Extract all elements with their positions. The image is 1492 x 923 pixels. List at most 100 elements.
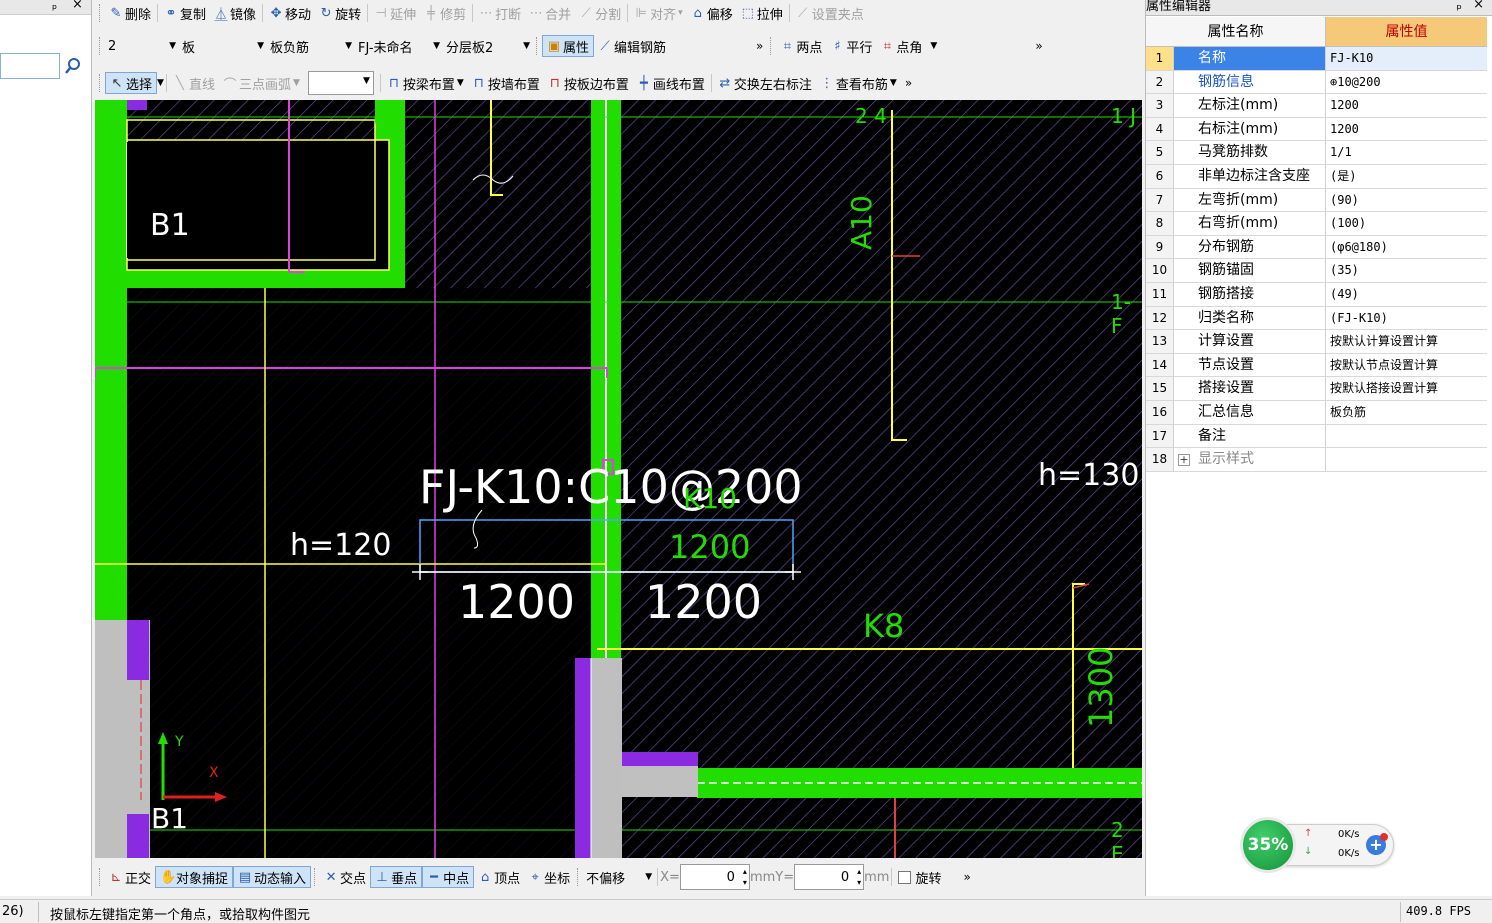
property-value[interactable]: (100) — [1326, 212, 1487, 235]
layer-select[interactable]: 分层板2 ▼ — [443, 36, 533, 56]
offset-select[interactable]: 不偏移 ▼ — [583, 867, 655, 887]
overflow-chevron-icon[interactable]: » — [959, 870, 974, 884]
property-value[interactable]: 1200 — [1326, 118, 1487, 141]
move-button[interactable]: ✥ 移动 — [265, 2, 315, 24]
close-icon[interactable]: × — [72, 0, 83, 12]
network-widget[interactable]: 35% ↑ ↓ 0K/s 0K/s + — [1238, 815, 1396, 875]
property-row[interactable]: 12 归类名称 (FJ-K10) — [1146, 306, 1487, 331]
midpoint-snap[interactable]: ━ 中点 — [422, 866, 475, 888]
property-row[interactable]: 17 备注 — [1146, 424, 1487, 449]
draw-line-layout-button[interactable]: ┿ 画线布置 — [633, 72, 709, 94]
left-search-input[interactable] — [0, 53, 60, 79]
by-wall-button[interactable]: ⊓ 按墙布置 — [468, 72, 544, 94]
property-row[interactable]: 6 非单边标注含支座 (是) — [1146, 164, 1487, 189]
rotate-checkbox[interactable] — [898, 870, 912, 884]
property-row[interactable]: 7 左弯折(mm) (90) — [1146, 188, 1487, 213]
merge-button[interactable]: ⋯ 合并 — [525, 2, 575, 24]
property-value[interactable]: 按默认搭接设置计算 — [1326, 377, 1487, 400]
by-slab-edge-button[interactable]: ⊓ 按板边布置 — [544, 72, 633, 94]
property-row[interactable]: 4 右标注(mm) 1200 — [1146, 117, 1487, 142]
property-row[interactable]: 16 汇总信息 板负筋 — [1146, 400, 1487, 425]
property-row[interactable]: 2 钢筋信息 ⊕10@200 — [1146, 70, 1487, 95]
subtype-select[interactable]: 板负筋 ▼ — [267, 36, 355, 56]
set-grip-button[interactable]: ⟋ 设置夹点 — [792, 2, 868, 24]
floor-select[interactable]: 2 ▼ — [105, 36, 179, 56]
intersection-snap[interactable]: ✕ 交点 — [320, 866, 370, 888]
swap-marks-button[interactable]: ⇄ 交换左右标注 — [714, 72, 816, 94]
stretch-button[interactable]: ⬚ 拉伸 — [737, 2, 787, 24]
object-snap-toggle[interactable]: ✋ 对象捕捉 — [155, 866, 234, 888]
close-icon[interactable]: × — [1473, 0, 1484, 12]
property-row[interactable]: 13 计算设置 按默认计算设置计算 — [1146, 330, 1487, 354]
dynamic-input-toggle[interactable]: ▤ 动态输入 — [233, 866, 312, 888]
trim-button[interactable]: ╪ 修剪 — [420, 2, 470, 24]
property-row[interactable]: 3 左标注(mm) 1200 — [1146, 94, 1487, 118]
property-value[interactable]: (90) — [1326, 189, 1487, 212]
property-value[interactable]: FJ-K10 — [1326, 47, 1487, 70]
align-button[interactable]: ⊫ 对齐 ▾ — [630, 2, 687, 24]
property-value[interactable]: (49) — [1326, 283, 1487, 306]
property-value[interactable]: 板负筋 — [1326, 401, 1487, 424]
by-beam-button[interactable]: ⊓ 按梁布置 ▼ — [383, 72, 468, 94]
split-button[interactable]: ⟋ 分割 — [575, 2, 625, 24]
select-button[interactable]: ↖ 选择 — [105, 72, 158, 94]
property-value[interactable]: (是) — [1326, 165, 1487, 188]
perpendicular-snap[interactable]: ⊥ 垂点 — [370, 866, 423, 888]
delete-button[interactable]: ✎ 删除 — [105, 2, 155, 24]
parallel-button[interactable]: ♯ 平行 — [826, 35, 876, 57]
two-point-button[interactable]: ⌗ 两点 — [776, 35, 826, 57]
properties-button[interactable]: ▣ 属性 — [542, 35, 595, 57]
overflow-chevron-icon[interactable]: » — [752, 39, 767, 53]
property-value[interactable]: ⊕10@200 — [1326, 71, 1487, 94]
stepper-icon[interactable]: ▴ ▾ — [743, 866, 747, 888]
property-row[interactable]: 9 分布钢筋 (φ6@180) — [1146, 235, 1487, 260]
y-input[interactable]: 0 ▴ ▾ — [794, 864, 865, 890]
name-select[interactable]: FJ-未命名 ▼ — [355, 36, 443, 56]
coordinate-snap[interactable]: ⌖ 坐标 — [524, 866, 574, 888]
shape-select[interactable]: ▼ — [307, 71, 374, 95]
overflow-chevron-icon[interactable]: » — [1031, 39, 1046, 53]
property-value[interactable]: 按默认节点设置计算 — [1326, 354, 1487, 377]
property-value[interactable]: (FJ-K10) — [1326, 307, 1487, 330]
line-button[interactable]: ╲ 直线 — [169, 72, 219, 94]
view-layout-button[interactable]: ⋮ 查看布筋 ▼ — [816, 72, 901, 94]
vertex-snap[interactable]: ⌂ 顶点 — [474, 866, 524, 888]
property-value[interactable]: 1/1 — [1326, 141, 1487, 164]
property-value[interactable]: (φ6@180) — [1326, 236, 1487, 259]
point-angle-button[interactable]: ⌗ 点角 ▼ — [876, 35, 941, 57]
ortho-toggle[interactable]: ⊾ 正交 — [105, 866, 155, 888]
copy-button[interactable]: ⚭ 复制 — [160, 2, 210, 24]
offset-button[interactable]: ⌂ 偏移 — [687, 2, 737, 24]
property-row[interactable]: 1 名称 FJ-K10 — [1146, 47, 1487, 71]
chevron-down-icon[interactable]: ▼ — [157, 78, 164, 88]
expand-icon[interactable]: + — [1178, 454, 1190, 467]
edit-rebar-button[interactable]: ⟋ 编辑钢筋 — [594, 35, 670, 57]
property-value[interactable]: 1200 — [1326, 94, 1487, 117]
mirror-button[interactable]: ⏅ 镜像 — [210, 2, 260, 24]
property-row[interactable]: 11 钢筋搭接 (49) — [1146, 282, 1487, 307]
break-button[interactable]: ⋯ 打断 — [475, 2, 525, 24]
drawing-canvas[interactable]: B1 B1 A10 h=120 h=130 FJ-K10:C10@200 K10… — [95, 100, 1142, 858]
extend-button[interactable]: ⊣ 延伸 — [370, 2, 420, 24]
property-name: 搭接设置 — [1174, 377, 1326, 400]
property-row[interactable]: 18 + 显示样式 — [1146, 448, 1487, 472]
property-value[interactable] — [1326, 425, 1487, 448]
rotate-button[interactable]: ↻ 旋转 — [315, 2, 365, 24]
memory-usage-badge[interactable]: 35% — [1240, 817, 1296, 873]
pin-icon[interactable]: ₚ — [52, 0, 57, 12]
overflow-chevron-icon[interactable]: » — [901, 76, 916, 90]
property-row[interactable]: 8 右弯折(mm) (100) — [1146, 212, 1487, 236]
property-row[interactable]: 5 马凳筋排数 1/1 — [1146, 141, 1487, 165]
pin-icon[interactable]: ₚ — [1456, 0, 1462, 13]
type-select[interactable]: 板 ▼ — [179, 36, 267, 56]
x-input[interactable]: 0 ▴ ▾ — [679, 864, 750, 890]
property-row[interactable]: 15 搭接设置 按默认搭接设置计算 — [1146, 377, 1487, 401]
search-icon[interactable] — [62, 55, 84, 77]
property-row[interactable]: 14 节点设置 按默认节点设置计算 — [1146, 353, 1487, 378]
property-value[interactable]: (35) — [1326, 259, 1487, 282]
property-value[interactable]: 按默认计算设置计算 — [1326, 330, 1487, 353]
stepper-icon[interactable]: ▴ ▾ — [857, 866, 861, 888]
property-row[interactable]: 10 钢筋锚固 (35) — [1146, 259, 1487, 283]
arc-button[interactable]: ⌒ 三点画弧 ▼ — [219, 72, 304, 94]
property-value[interactable] — [1326, 448, 1487, 471]
